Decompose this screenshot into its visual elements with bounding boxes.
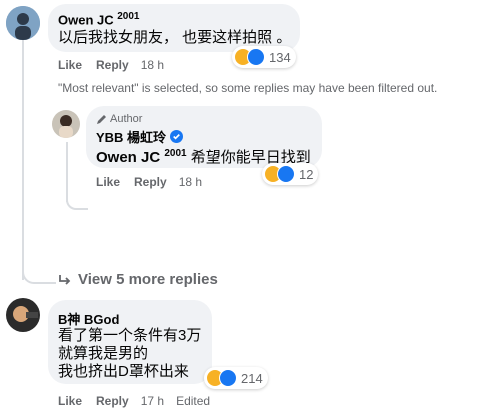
comment-text-line-1: 看了第一个条件有3万 [58, 327, 202, 344]
avatar-owen[interactable] [6, 6, 40, 40]
reply-button[interactable]: Reply [96, 58, 129, 72]
avatar-ybb[interactable] [52, 110, 80, 138]
mention-link[interactable]: Owen JC 2001 [96, 148, 187, 166]
view-more-replies-button[interactable]: View 5 more replies [58, 271, 218, 288]
thread-line-reply-curve [66, 190, 88, 210]
edited-label: Edited [176, 394, 211, 408]
like-button[interactable]: Like [58, 58, 82, 72]
like-button[interactable]: Like [58, 394, 82, 408]
like-thumb-icon [277, 165, 295, 183]
reaction-summary-3[interactable]: 214 [204, 367, 268, 389]
comment-actions-2: Like Reply 17 h Edited [58, 394, 210, 408]
reaction-count: 134 [269, 49, 291, 65]
author-badge: Author [96, 113, 142, 125]
thread-line-curve [22, 268, 56, 284]
comment-bubble-2: B神 BGod 看了第一个条件有3万 就算我是男的 我也挤出D罩杯出来 [48, 300, 212, 384]
filter-notice: "Most relevant" is selected, so some rep… [58, 81, 438, 95]
reaction-count: 12 [299, 166, 314, 182]
comment-text: 以后我找女朋友， 也要这样拍照 。 [58, 29, 292, 46]
like-thumb-icon [247, 48, 265, 66]
reply-button[interactable]: Reply [96, 394, 129, 408]
timestamp[interactable]: 17 h [141, 394, 164, 408]
avatar-bgod[interactable] [6, 298, 40, 332]
reply-actions-1: Like Reply 18 h [96, 175, 202, 189]
pencil-icon [97, 114, 106, 124]
reaction-summary-2[interactable]: 12 [262, 163, 319, 185]
comment-text-line-3: 我也挤出D罩杯出来 [58, 363, 189, 380]
comment-author[interactable]: Owen JC 2001 [58, 11, 140, 27]
timestamp[interactable]: 18 h [141, 58, 164, 72]
comment-bubble-1: Owen JC 2001 以后我找女朋友， 也要这样拍照 。 [48, 4, 300, 52]
like-thumb-icon [219, 369, 237, 387]
verified-badge-icon [170, 130, 184, 143]
thread-line-main [22, 40, 24, 280]
comment-text-line-2: 就算我是男的 [58, 345, 149, 362]
reaction-count: 214 [241, 370, 263, 386]
comment-actions-1: Like Reply 18 h [58, 58, 164, 72]
reply-bubble-1: Author YBB 楊虹玲 Owen JC 2001 希望你能早日找到 [86, 106, 322, 168]
timestamp[interactable]: 18 h [179, 175, 202, 189]
reply-button[interactable]: Reply [134, 175, 167, 189]
reaction-summary-1[interactable]: 134 [232, 46, 296, 68]
like-button[interactable]: Like [96, 175, 120, 189]
reply-arrow-icon [59, 274, 71, 285]
